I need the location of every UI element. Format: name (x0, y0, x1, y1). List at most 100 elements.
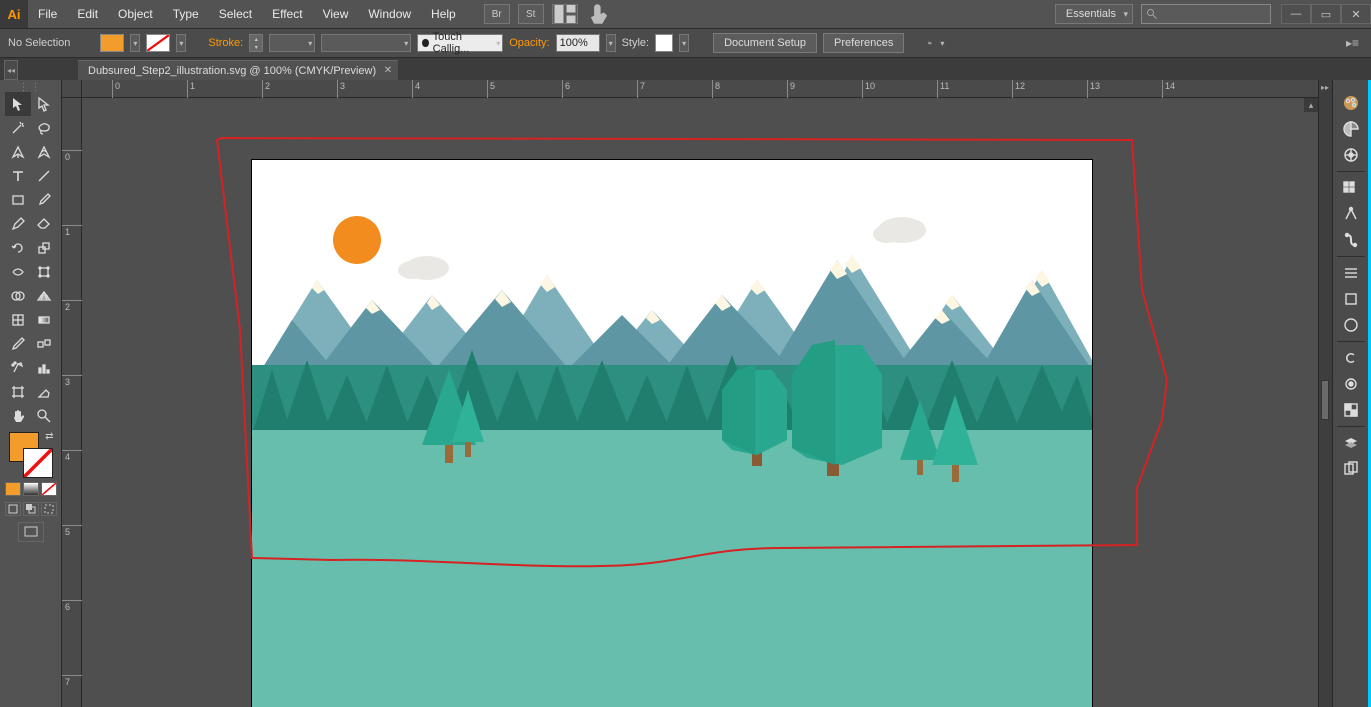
zoom-tool[interactable] (31, 404, 57, 428)
search-input[interactable] (1141, 4, 1271, 24)
transparency-panel-icon[interactable] (1337, 397, 1365, 423)
direct-selection-tool[interactable] (31, 92, 57, 116)
draw-inside-icon[interactable] (41, 502, 57, 516)
variable-width-profile[interactable] (321, 34, 411, 52)
style-dropdown[interactable] (679, 34, 689, 52)
preferences-button[interactable]: Preferences (823, 33, 904, 53)
workspace-switcher[interactable]: Essentials (1055, 4, 1133, 24)
color-guide-panel-icon[interactable] (1337, 116, 1365, 142)
stock-icon[interactable]: St (518, 4, 544, 24)
fill-dropdown[interactable] (130, 34, 140, 52)
menu-window[interactable]: Window (358, 0, 421, 28)
graphic-style-swatch[interactable] (655, 34, 673, 52)
artboard-tool[interactable] (5, 380, 31, 404)
brushes-panel-icon[interactable] (1337, 175, 1365, 201)
cc-libraries-panel-icon[interactable] (1337, 345, 1365, 371)
stroke-weight-stepper[interactable]: ▴▾ (249, 34, 263, 52)
canvas[interactable]: 0 1 2 3 4 5 6 7 8 9 10 11 12 13 14 ▴ (82, 80, 1318, 707)
scale-tool[interactable] (31, 236, 57, 260)
control-bar-menu-icon[interactable]: ▸≡ (1346, 36, 1363, 50)
panel-collapse-gutter[interactable]: ▸▸ (1318, 80, 1332, 707)
close-tab-icon[interactable]: ✕ (384, 65, 392, 76)
fill-stroke-control[interactable]: ⇄ (9, 432, 53, 478)
selection-indicator: No Selection (8, 37, 70, 49)
line-segment-tool[interactable] (31, 164, 57, 188)
column-graph-tool[interactable] (31, 356, 57, 380)
stroke-swatch[interactable] (146, 34, 170, 52)
opacity-field[interactable]: 100% (556, 34, 600, 52)
vertical-ruler[interactable]: 0 1 2 3 4 5 6 7 (62, 80, 82, 707)
vertical-scrollbar-thumb[interactable] (1321, 380, 1329, 420)
scroll-up-arrow[interactable]: ▴ (1304, 98, 1318, 112)
appearance-panel-icon[interactable] (1337, 312, 1365, 338)
fill-swatch[interactable] (100, 34, 124, 52)
toolbar-collapse-handle[interactable]: ◂◂ (4, 60, 18, 80)
menu-object[interactable]: Object (108, 0, 163, 28)
curvature-tool[interactable] (31, 140, 57, 164)
draw-behind-icon[interactable] (23, 502, 39, 516)
minimize-button[interactable]: — (1281, 4, 1311, 24)
screen-mode-button[interactable] (18, 522, 44, 542)
menu-type[interactable]: Type (163, 0, 209, 28)
artboard[interactable] (252, 160, 1092, 707)
gradient-tool[interactable] (31, 308, 57, 332)
eyedropper-tool[interactable] (5, 332, 31, 356)
horizontal-ruler[interactable]: 0 1 2 3 4 5 6 7 8 9 10 11 12 13 14 (82, 80, 1318, 98)
close-button[interactable]: ✕ (1341, 4, 1371, 24)
document-setup-button[interactable]: Document Setup (713, 33, 817, 53)
menu-effect[interactable]: Effect (262, 0, 312, 28)
slice-tool[interactable] (31, 380, 57, 404)
stroke-dropdown[interactable] (176, 34, 186, 52)
blend-tool[interactable] (31, 332, 57, 356)
magic-wand-tool[interactable] (5, 116, 31, 140)
pencil-tool[interactable] (5, 212, 31, 236)
color-panel-icon[interactable] (1337, 90, 1365, 116)
maximize-button[interactable]: ▭ (1311, 4, 1341, 24)
document-tab[interactable]: Dubsured_Step2_illustration.svg @ 100% (… (78, 60, 398, 80)
color-mode-solid[interactable] (5, 482, 21, 496)
menu-file[interactable]: File (28, 0, 67, 28)
align-panel-icon[interactable] (1337, 260, 1365, 286)
swap-fill-stroke-icon[interactable]: ⇄ (45, 431, 53, 442)
stroke-color-box[interactable] (23, 448, 53, 478)
shape-builder-tool[interactable] (5, 284, 31, 308)
pen-tool[interactable] (5, 140, 31, 164)
opacity-dropdown[interactable] (606, 34, 616, 52)
free-transform-tool[interactable] (31, 260, 57, 284)
transform-panel-icon[interactable] (1337, 286, 1365, 312)
lasso-tool[interactable] (31, 116, 57, 140)
tools-panel-grip[interactable]: ⋮⋮ (0, 82, 61, 92)
menu-help[interactable]: Help (421, 0, 466, 28)
ruler-origin[interactable] (62, 80, 82, 98)
menu-edit[interactable]: Edit (67, 0, 108, 28)
type-tool[interactable] (5, 164, 31, 188)
hand-tool[interactable] (5, 404, 31, 428)
menu-select[interactable]: Select (209, 0, 262, 28)
symbol-sprayer-tool[interactable] (5, 356, 31, 380)
panel-expand-handle[interactable]: ▸▸ (1318, 80, 1332, 94)
align-to-dropdown[interactable] (924, 34, 946, 52)
graphic-styles-panel-icon[interactable] (1337, 371, 1365, 397)
stroke-panel-icon[interactable] (1337, 227, 1365, 253)
draw-normal-icon[interactable] (5, 502, 21, 516)
menu-view[interactable]: View (313, 0, 359, 28)
swatches-panel-icon[interactable] (1337, 142, 1365, 168)
eraser-tool[interactable] (31, 212, 57, 236)
stroke-weight-field[interactable] (269, 34, 315, 52)
rectangle-tool[interactable] (5, 188, 31, 212)
brush-definition[interactable]: Touch Callig... (417, 34, 503, 52)
mesh-tool[interactable] (5, 308, 31, 332)
color-mode-none[interactable] (41, 482, 57, 496)
perspective-grid-tool[interactable] (31, 284, 57, 308)
arrange-documents-icon[interactable] (552, 4, 578, 24)
symbols-panel-icon[interactable] (1337, 201, 1365, 227)
bridge-icon[interactable]: Br (484, 4, 510, 24)
touch-icon[interactable] (586, 4, 612, 24)
selection-tool[interactable] (5, 92, 31, 116)
color-mode-gradient[interactable] (23, 482, 39, 496)
rotate-tool[interactable] (5, 236, 31, 260)
layers-panel-icon[interactable] (1337, 430, 1365, 456)
artboards-panel-icon[interactable] (1337, 456, 1365, 482)
paintbrush-tool[interactable] (31, 188, 57, 212)
width-tool[interactable] (5, 260, 31, 284)
